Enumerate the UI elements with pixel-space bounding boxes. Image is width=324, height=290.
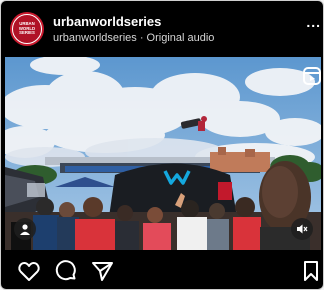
action-bar [1, 253, 323, 289]
reels-icon [303, 67, 321, 85]
more-options-icon[interactable]: ... [306, 14, 321, 30]
send-icon[interactable] [90, 259, 114, 283]
logo-line-3: SERIES [19, 30, 35, 36]
bookmark-icon[interactable] [301, 259, 321, 283]
post-header: URBAN WORLD SERIES urbanworldseries urba… [1, 1, 323, 53]
heart-icon[interactable] [17, 259, 41, 283]
speaker-muted-icon[interactable] [291, 218, 313, 240]
urban-world-series-logo: URBAN WORLD SERIES [12, 14, 42, 44]
avatar[interactable]: URBAN WORLD SERIES [10, 12, 44, 46]
audio-line[interactable]: urbanworldseries · Original audio [53, 32, 214, 44]
user-tag-icon[interactable] [14, 218, 36, 240]
author-username[interactable]: urbanworldseries [53, 14, 161, 29]
video-frame [5, 57, 321, 250]
reel-video[interactable] [5, 57, 321, 250]
reel-post: URBAN WORLD SERIES urbanworldseries urba… [0, 0, 324, 290]
comment-icon[interactable] [54, 259, 78, 283]
